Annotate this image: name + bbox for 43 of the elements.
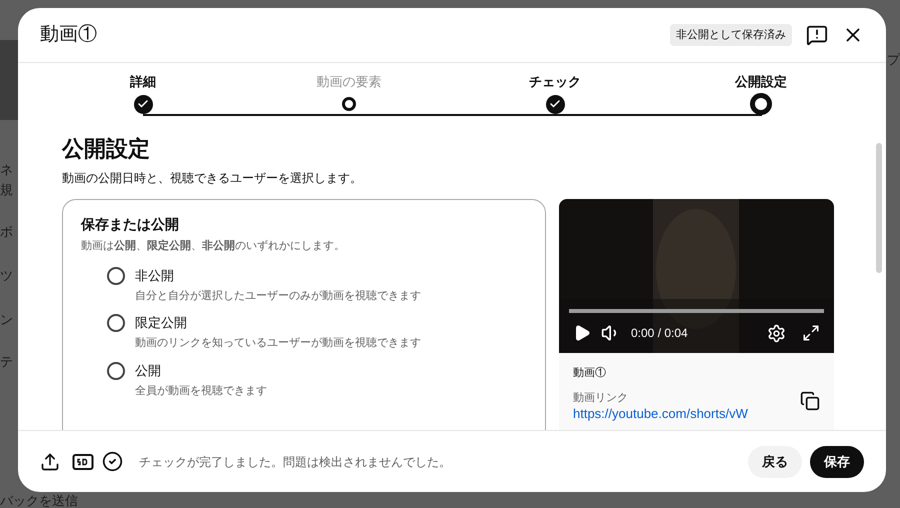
backdrop-text: ツ [0, 267, 13, 285]
upload-icon [40, 452, 60, 472]
option-label: 限定公開 [135, 314, 188, 332]
option-label: 非公開 [135, 266, 175, 284]
radio-button[interactable] [107, 266, 125, 284]
settings-icon[interactable] [767, 324, 786, 342]
step-label[interactable]: チェック [529, 73, 581, 91]
fullscreen-icon[interactable] [802, 324, 820, 342]
scrollbar-thumb[interactable] [876, 143, 882, 273]
back-button[interactable]: 戻る [748, 446, 802, 478]
video-time: 0:00 / 0:04 [631, 325, 689, 342]
sd-quality-icon [72, 452, 94, 470]
step-label[interactable]: 公開設定 [735, 73, 787, 91]
card-title: 保存または公開 [81, 215, 180, 234]
video-link[interactable]: https://youtube.com/shorts/vW [573, 406, 748, 422]
link-label: 動画リンク [573, 390, 628, 406]
progress-track[interactable] [569, 309, 824, 313]
option-hint: 動画のリンクを知っているユーザーが動画を視聴できます [135, 336, 421, 351]
backdrop-text: ン [0, 311, 13, 329]
radio-button[interactable] [107, 314, 125, 332]
save-status-label: 非公開として保存済み [670, 24, 792, 46]
option-hint: 自分と自分が選択したユーザーのみが動画を視聴できます [135, 288, 421, 304]
backdrop-text: プ [887, 51, 900, 69]
dialog-title: 動画① [40, 22, 98, 47]
backdrop-text: ネ [0, 161, 13, 179]
backdrop-text: ボ [0, 223, 13, 241]
check-circle-icon [102, 451, 123, 472]
step-label[interactable]: 詳細 [130, 73, 156, 91]
option-hint: 全員が動画を視聴できます [135, 384, 267, 398]
section-description: 動画の公開日時と、視聴できるユーザーを選択します。 [62, 170, 363, 187]
save-button[interactable]: 保存 [810, 446, 864, 478]
section-heading: 公開設定 [62, 135, 151, 163]
backdrop-text: バックを送信 [0, 494, 78, 507]
radio-button[interactable] [107, 362, 125, 380]
card-description: 動画は公開、限定公開、非公開のいずれかにします。 [81, 238, 346, 254]
backdrop-text: テ [0, 353, 13, 371]
status-message: チェックが完了しました。問題は検出されませんでした。 [139, 454, 452, 470]
video-title: 動画① [573, 366, 606, 381]
play-icon[interactable] [573, 324, 591, 342]
backdrop-text: 規 [0, 181, 13, 199]
copy-icon[interactable] [800, 391, 820, 411]
feedback-icon[interactable] [806, 24, 828, 46]
option-label: 公開 [135, 362, 162, 380]
